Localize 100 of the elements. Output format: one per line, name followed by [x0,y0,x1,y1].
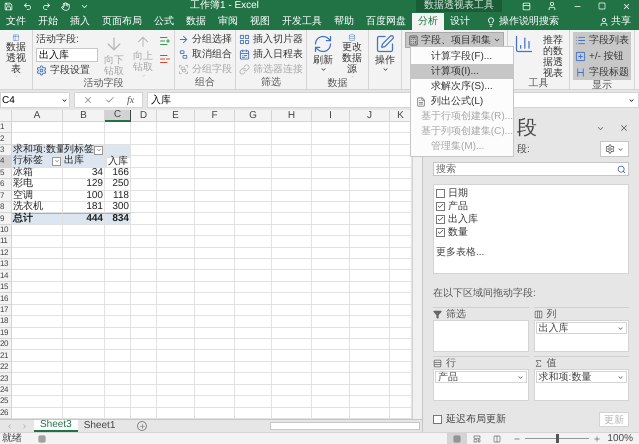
sheet-cell[interactable] [131,384,157,396]
sheet-cell[interactable] [235,362,272,374]
column-header[interactable]: B [63,110,105,122]
sheet-cell[interactable] [272,144,312,156]
sheet-cell[interactable] [63,224,105,236]
add-sheet-icon[interactable] [137,421,148,431]
sheet-cell[interactable] [350,156,390,168]
sheet-cell[interactable] [63,293,105,305]
column-header[interactable]: H [272,110,312,122]
sheet-cell[interactable] [157,236,195,248]
sheet-cell[interactable] [195,384,235,396]
zoom-level[interactable]: 100% [607,434,633,444]
ribbon-button[interactable]: 操作 [372,32,398,78]
sheet-cell[interactable] [157,144,195,156]
sheet-cell[interactable] [105,396,131,408]
sheet-tab[interactable]: Sheet3 [34,420,78,432]
sheet-cell[interactable] [131,259,157,270]
sheet-cell[interactable] [272,316,312,328]
select-all-corner[interactable] [0,110,12,122]
row-header[interactable]: 4 [0,156,12,168]
column-header[interactable]: K [390,110,412,122]
sheet-cell[interactable] [312,248,350,260]
sheet-cell[interactable]: 129 [63,179,105,191]
sheet-cell[interactable] [157,396,195,408]
sheet-cell[interactable] [157,190,195,202]
ribbon-button[interactable]: 推荐的数据透视表 [540,32,566,78]
sheet-cell[interactable] [235,133,272,145]
column-header[interactable]: G [235,110,272,122]
sheet-cell[interactable] [235,122,272,134]
view-button[interactable] [447,433,468,444]
sheet-cell[interactable] [105,224,131,236]
sheet-cell[interactable] [272,270,312,282]
sheet-cell[interactable] [12,396,63,408]
sheet-cell[interactable] [235,373,272,385]
sheet-cell[interactable] [157,339,195,350]
sheet-cell[interactable] [63,396,105,408]
column-header[interactable]: E [157,110,195,122]
sheet-cell[interactable] [157,316,195,328]
sheet-cell[interactable] [63,362,105,374]
sheet-cell[interactable] [272,122,312,134]
sheet-cell[interactable] [105,259,131,270]
sheet-cell[interactable] [12,373,63,385]
sheet-cell[interactable] [195,339,235,350]
row-header[interactable]: 26 [0,408,12,419]
sheet-cell[interactable] [350,190,390,202]
row-header[interactable]: 3 [0,144,12,156]
checkbox[interactable] [433,414,442,424]
column-header[interactable]: C [105,110,131,122]
sheet-cell[interactable] [235,350,272,362]
sheet-cell[interactable] [157,350,195,362]
sheet-cell[interactable] [195,122,235,134]
sheet-cell[interactable] [350,293,390,305]
sheet-cell[interactable] [350,133,390,145]
sheet-cell[interactable] [195,350,235,362]
row-header[interactable]: 12 [0,248,12,260]
sheet-cell[interactable] [131,270,157,282]
ribbon-tab[interactable]: 百度网盘 [360,13,412,30]
sheet-cell[interactable] [312,328,350,340]
sheet-cell[interactable] [312,396,350,408]
sheet-cell[interactable]: 空调 [12,190,63,202]
enter-icon[interactable] [105,95,115,105]
sheet-cell[interactable] [157,202,195,214]
sheet-cell[interactable] [312,270,350,282]
touch-icon[interactable] [61,2,70,10]
sheet-cell[interactable] [195,304,235,316]
sheet-cell[interactable] [350,224,390,236]
maximize-icon[interactable] [598,2,606,10]
sheet-cell[interactable] [12,282,63,294]
ribbon-tab[interactable]: 视图 [244,13,276,30]
tell-me-search[interactable]: 操作说明搜索 [499,14,559,29]
sheet-cell[interactable] [350,396,390,408]
row-header[interactable]: 8 [0,202,12,214]
sheet-cell[interactable]: 166 [105,168,131,180]
sheet-cell[interactable] [350,122,390,134]
ribbon-options-icon[interactable] [522,2,531,10]
sheet-cell[interactable] [350,304,390,316]
sheet-cell[interactable] [12,224,63,236]
sheet-cell[interactable] [312,179,350,191]
sheet-cell[interactable] [131,328,157,340]
sheet-cell[interactable] [157,224,195,236]
sheet-cell[interactable] [63,316,105,328]
ribbon-button[interactable]: 更改数据源 [339,32,365,78]
zoom-thumb[interactable] [556,434,560,443]
sheet-cell[interactable] [195,373,235,385]
menu-item[interactable]: 列出公式(L) [411,94,513,109]
sheet-cell[interactable] [157,270,195,282]
sheet-cell[interactable] [272,384,312,396]
sheet-cell[interactable] [12,293,63,305]
sheet-cell[interactable] [350,259,390,270]
sheet-cell[interactable] [63,259,105,270]
checkbox[interactable] [436,214,445,224]
sheet-cell[interactable] [105,248,131,260]
sheet-cell[interactable] [272,293,312,305]
column-header[interactable]: A [12,110,63,122]
sheet-cell[interactable] [131,168,157,180]
sheet-cell[interactable] [63,236,105,248]
settings-button[interactable] [600,141,629,157]
row-header[interactable]: 16 [0,293,12,305]
sheet-cell[interactable] [195,259,235,270]
sheet-cell[interactable] [235,316,272,328]
